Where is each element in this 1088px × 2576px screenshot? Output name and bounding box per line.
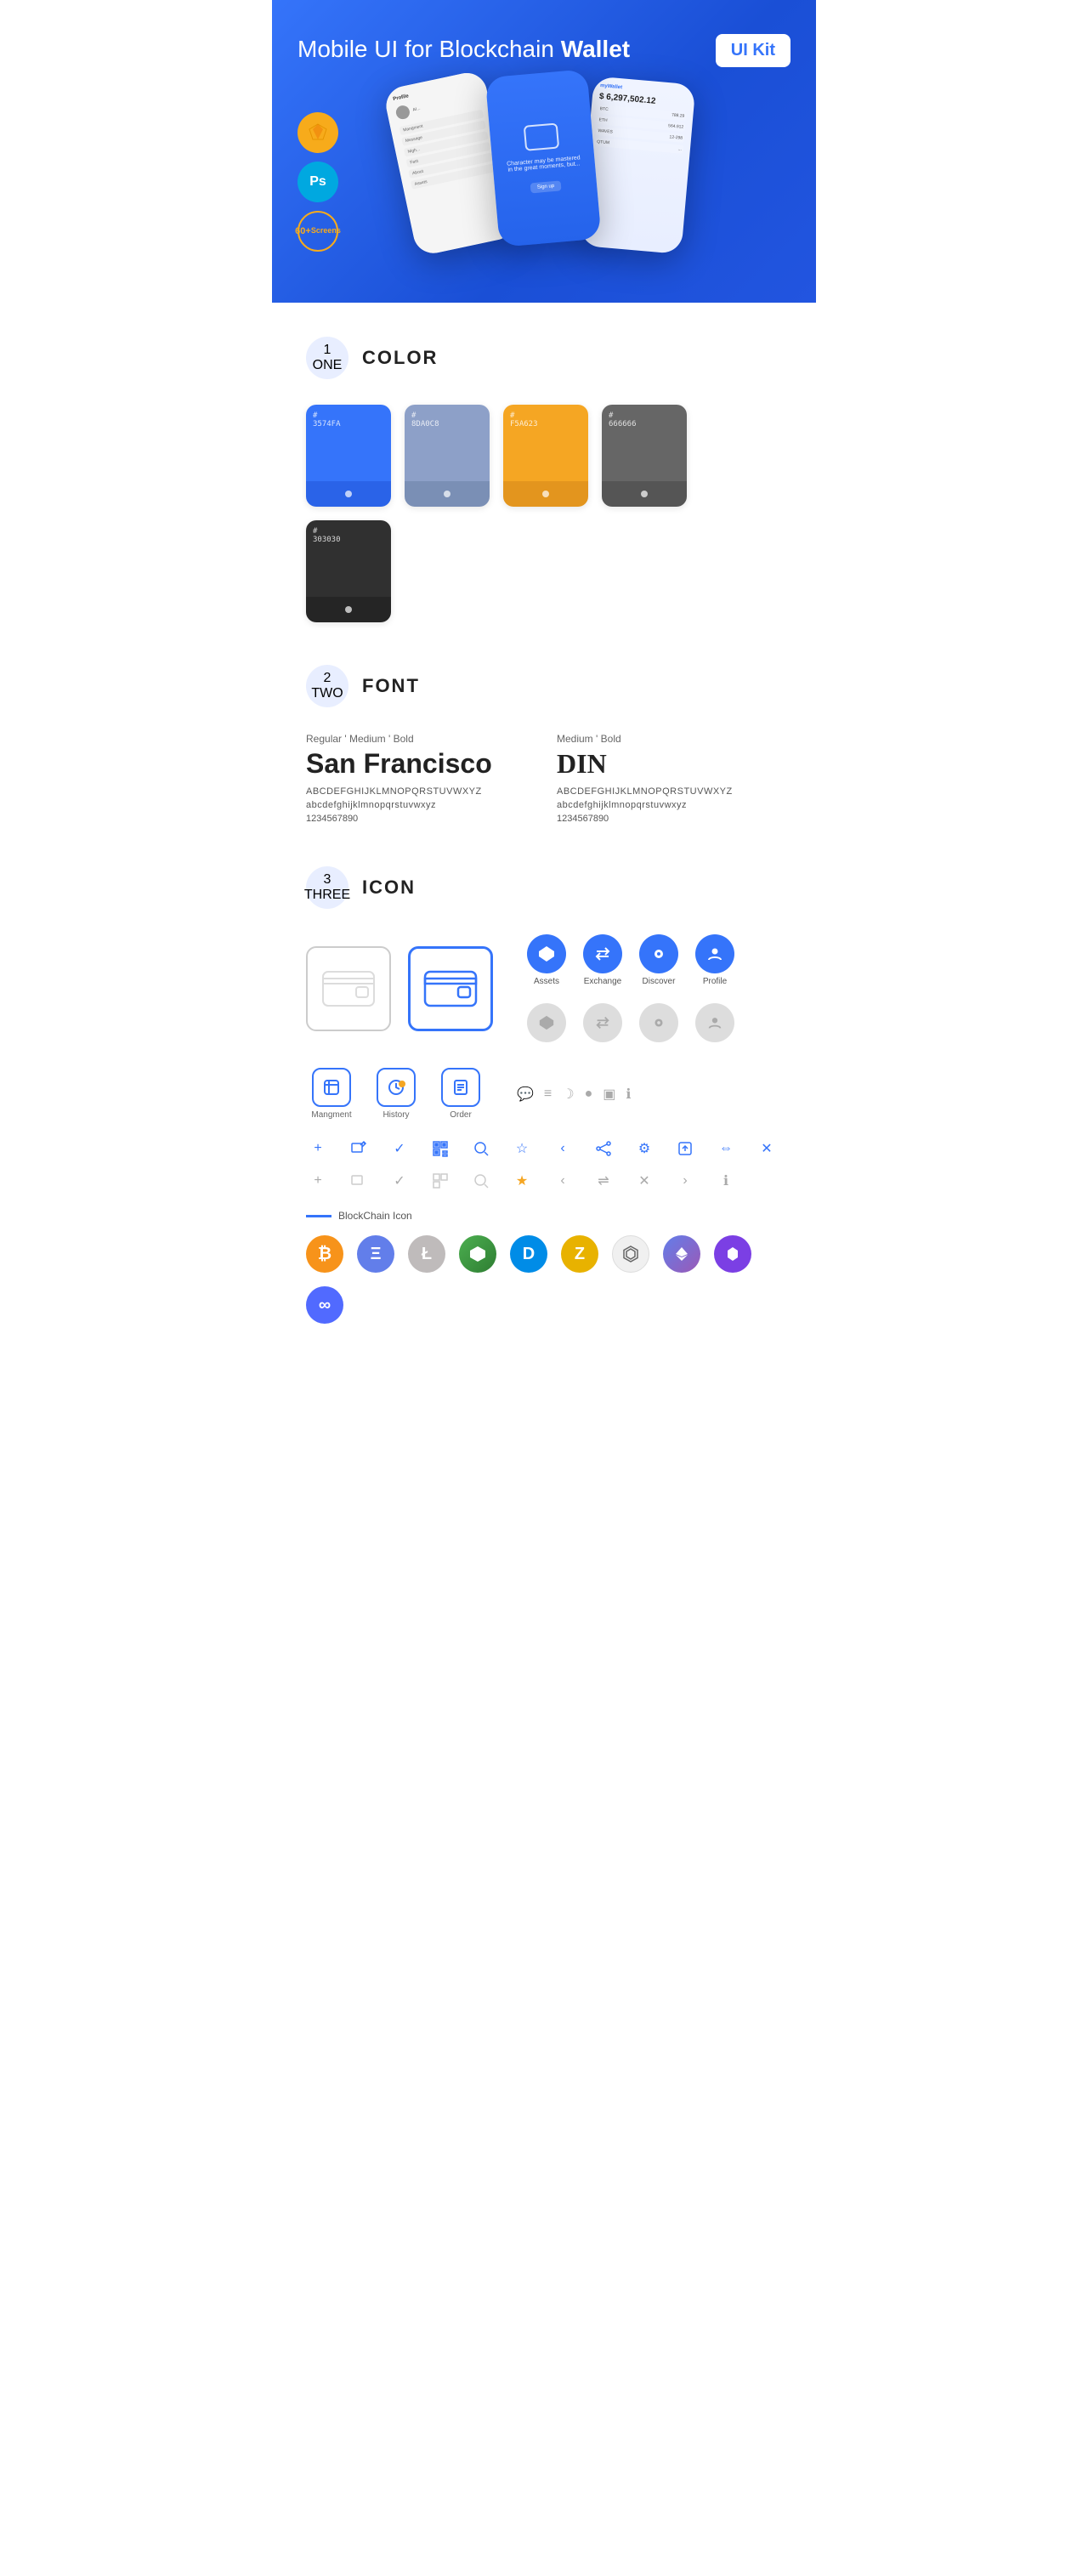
blockchain-line (306, 1215, 332, 1217)
phone-center: Character may be mastered in the great m… (485, 70, 602, 248)
icon-search-gray (469, 1169, 493, 1193)
icon-qr-gray (428, 1169, 452, 1193)
utility-icons-row: 💬 ≡ ☽ ● ▣ ℹ (517, 1086, 631, 1103)
icon-zcash: Z (561, 1235, 598, 1273)
section-number-2: 2 TWO (306, 665, 348, 707)
nav-discover-inactive (639, 1003, 678, 1042)
icon-band: ∞ (306, 1286, 343, 1324)
icon-plus-gray: + (306, 1169, 330, 1193)
nav-assets[interactable]: Assets (527, 934, 566, 986)
icon-dash: D (510, 1235, 547, 1273)
icon-section-header: 3 THREE ICON (306, 866, 782, 909)
swatch-gray-blue: #8DA0C8 (405, 405, 490, 507)
icon-layers: ≡ (544, 1087, 552, 1102)
nav-discover[interactable]: Discover (639, 934, 678, 986)
nav-profile-inactive (695, 1003, 734, 1042)
nav-icons-inactive-row (527, 1003, 734, 1042)
nav-assets-inactive (527, 1003, 566, 1042)
section-number-1: 1 ONE (306, 337, 348, 379)
icon-search[interactable] (469, 1137, 493, 1160)
font-din: Medium ' Bold DIN ABCDEFGHIJKLMNOPQRSTUV… (557, 733, 782, 824)
icon-title: ICON (362, 877, 416, 899)
icon-edit-gray (347, 1169, 371, 1193)
blockchain-label: BlockChain Icon (306, 1210, 782, 1222)
wallet-icon-colored (408, 946, 493, 1031)
swatch-blue: #3574FA (306, 405, 391, 507)
icon-back-gray: ‹ (551, 1169, 575, 1193)
icon-circle-fill: ● (585, 1087, 593, 1102)
icon-star[interactable]: ☆ (510, 1137, 534, 1160)
font-section-header: 2 TWO FONT (306, 665, 782, 707)
font-section: 2 TWO FONT Regular ' Medium ' Bold San F… (306, 665, 782, 824)
bottom-tab-icons: Mangment History (306, 1068, 782, 1120)
icon-check-gray: ✓ (388, 1169, 411, 1193)
font-title: FONT (362, 675, 420, 697)
icon-edit[interactable] (347, 1137, 371, 1160)
icon-section: 3 THREE ICON (306, 866, 782, 1324)
swatch-orange: #F5A623 (503, 405, 588, 507)
nav-icons-group: Assets Exchange (527, 934, 734, 1042)
swatch-gray: #666666 (602, 405, 687, 507)
icon-mangment[interactable]: Mangment (306, 1068, 357, 1120)
ui-kit-badge: UI Kit (716, 34, 790, 67)
icon-ethereum: Ξ (357, 1235, 394, 1273)
color-section: 1 ONE COLOR #3574FA #8DA0C8 #F5A623 #666… (306, 337, 782, 622)
icon-settings[interactable]: ⚙ (632, 1137, 656, 1160)
color-swatches: #3574FA #8DA0C8 #F5A623 #666666 #303030 (306, 405, 782, 622)
main-content: 1 ONE COLOR #3574FA #8DA0C8 #F5A623 #666… (272, 303, 816, 1400)
icon-x-gray: ✕ (632, 1169, 656, 1193)
icon-info: ℹ (626, 1086, 631, 1103)
icon-showcase-row: Assets Exchange (306, 934, 782, 1042)
icon-info-gray: ℹ (714, 1169, 738, 1193)
icon-check[interactable]: ✓ (388, 1137, 411, 1160)
icon-hex (612, 1235, 649, 1273)
nav-icons-active-row: Assets Exchange (527, 934, 734, 986)
icon-moon: ☽ (562, 1086, 574, 1103)
icon-share[interactable] (592, 1137, 615, 1160)
icon-eth2 (663, 1235, 700, 1273)
icon-neo (459, 1235, 496, 1273)
icon-expand[interactable]: ⇔ (714, 1137, 738, 1160)
icon-order[interactable]: Order (435, 1068, 486, 1120)
wallet-icon-wireframe (306, 946, 391, 1031)
icon-litecoin: Ł (408, 1235, 445, 1273)
icon-close[interactable]: ✕ (755, 1137, 779, 1160)
icon-bitcoin: ₿ (306, 1235, 343, 1273)
hero-section: Mobile UI for Blockchain Wallet UI Kit P… (272, 0, 816, 303)
icon-arrow-gray: ⇌ (592, 1169, 615, 1193)
section-number-3: 3 THREE (306, 866, 348, 909)
font-grid: Regular ' Medium ' Bold San Francisco AB… (306, 733, 782, 824)
tool-icons-row1: + ✓ (306, 1137, 782, 1160)
hero-phones: Profile AI... Mangment Message Nigh... F… (298, 82, 790, 252)
icon-forward-gray: › (673, 1169, 697, 1193)
icon-plus[interactable]: + (306, 1137, 330, 1160)
icon-polygon (714, 1235, 751, 1273)
font-sf: Regular ' Medium ' Bold San Francisco AB… (306, 733, 531, 824)
icon-qr[interactable] (428, 1137, 452, 1160)
nav-exchange-inactive (583, 1003, 622, 1042)
nav-profile[interactable]: Profile (695, 934, 734, 986)
icon-chat: 💬 (517, 1086, 534, 1103)
crypto-icons-row: ₿ Ξ Ł D Z ∞ (306, 1235, 782, 1324)
icon-chat2: ▣ (603, 1086, 615, 1103)
tool-icons-row2-inactive: + ✓ ★ ‹ ⇌ ✕ › ℹ (306, 1169, 782, 1193)
icon-back[interactable]: ‹ (551, 1137, 575, 1160)
color-section-header: 1 ONE COLOR (306, 337, 782, 379)
icon-upload[interactable] (673, 1137, 697, 1160)
swatch-dark: #303030 (306, 520, 391, 622)
icon-history[interactable]: History (371, 1068, 422, 1120)
icon-star-orange: ★ (510, 1169, 534, 1193)
nav-exchange[interactable]: Exchange (583, 934, 622, 986)
color-title: COLOR (362, 347, 438, 369)
